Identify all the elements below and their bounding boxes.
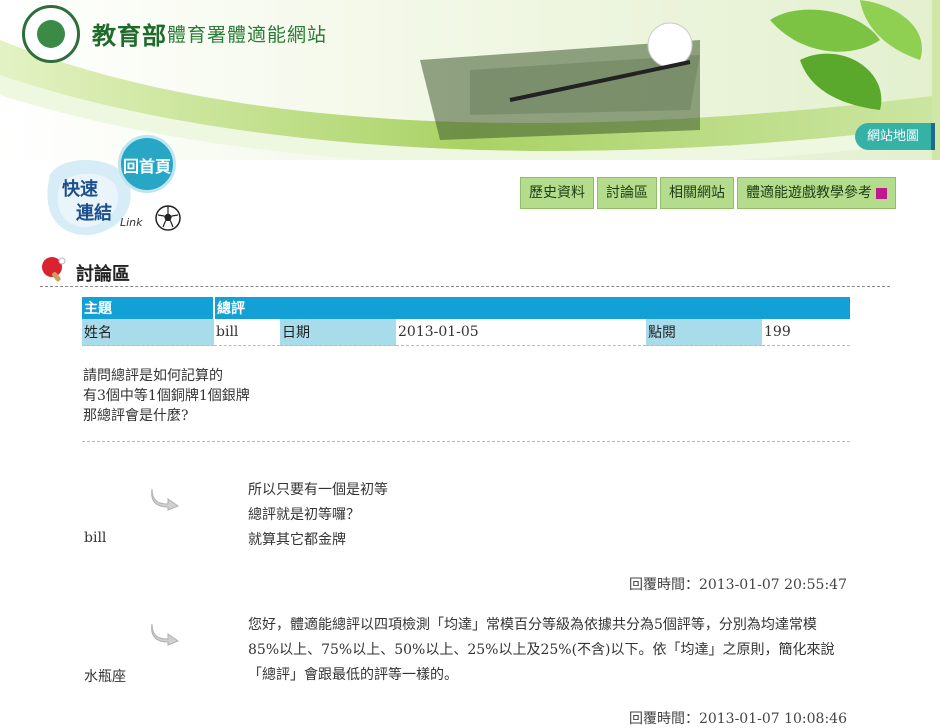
reply-arrow-icon: [151, 488, 180, 511]
subject-value: 總評: [214, 297, 850, 319]
link-label: Link: [120, 216, 143, 229]
home-button[interactable]: 回首頁: [118, 135, 176, 193]
title-divider: [40, 286, 890, 287]
question-line: 那總評會是什麼?: [83, 408, 189, 424]
date-label: 日期: [280, 319, 396, 346]
date-value: 2013-01-05: [396, 319, 646, 346]
main-nav: 歷史資料 討論區 相關網站 體適能遊戲教學參考: [520, 177, 896, 209]
question-body: 請問總評是如何記算的 有3個中等1個銅牌1個銀牌 那總評會是什麼?: [83, 366, 250, 426]
views-label: 點閱: [646, 319, 762, 346]
ministry-name[interactable]: 教育部: [92, 16, 167, 51]
reply-line: 總評就是初等囉？: [248, 507, 360, 523]
nav-tab-related-sites[interactable]: 相關網站: [660, 177, 734, 209]
reply-time: 回覆時間：2013-01-07 10:08:46: [628, 711, 847, 727]
reply-author: 水瓶座: [84, 669, 126, 685]
ministry-seal-logo[interactable]: [22, 5, 80, 63]
dropdown-arrow-icon[interactable]: [876, 187, 887, 199]
ping-pong-paddle-icon: [42, 257, 66, 282]
reply-arrow-icon: [151, 623, 180, 646]
nav-tab-history[interactable]: 歷史資料: [520, 177, 594, 209]
reply-author: bill: [84, 530, 107, 546]
sitemap-button[interactable]: 網站地圖: [855, 123, 935, 150]
question-line: 有3個中等1個銅牌1個銀牌: [83, 388, 250, 404]
reply-body: 您好，體適能總評以四項檢測「均達」常模百分等級為依據共分為5個評等，分別為均達常…: [248, 617, 835, 683]
question-line: 請問總評是如何記算的: [83, 368, 223, 384]
quick-link-label[interactable]: 快速 連結: [62, 178, 112, 226]
name-value: bill: [214, 319, 280, 346]
subject-label: 主題: [82, 297, 215, 319]
quick-link-line1: 快速: [62, 179, 98, 200]
quick-link-line2: 連結: [76, 203, 112, 224]
site-name[interactable]: 體育署體適能網站: [167, 20, 327, 47]
reply-line: 所以只要有一個是初等: [248, 482, 388, 498]
reply-body: 所以只要有一個是初等 總評就是初等囉？ 就算其它都金牌: [248, 478, 848, 553]
topic-meta-row: 姓名 bill 日期 2013-01-05 點閱 199: [82, 319, 850, 346]
name-label: 姓名: [82, 319, 214, 346]
nav-tab-forum[interactable]: 討論區: [597, 177, 657, 209]
topic-header-row: 主題 總評: [82, 297, 850, 319]
reply-line: 就算其它都金牌: [248, 532, 346, 548]
nav-tab-fitness-games[interactable]: 體適能遊戲教學參考: [737, 177, 896, 209]
question-divider: [82, 441, 850, 442]
views-value: 199: [762, 319, 850, 346]
topic-table: 主題 總評 姓名 bill 日期 2013-01-05 點閱 199: [82, 297, 850, 346]
soccer-ball-icon: [155, 205, 181, 231]
reply-time: 回覆時間：2013-01-07 20:55:47: [628, 577, 847, 593]
page-title: 討論區: [76, 264, 130, 285]
